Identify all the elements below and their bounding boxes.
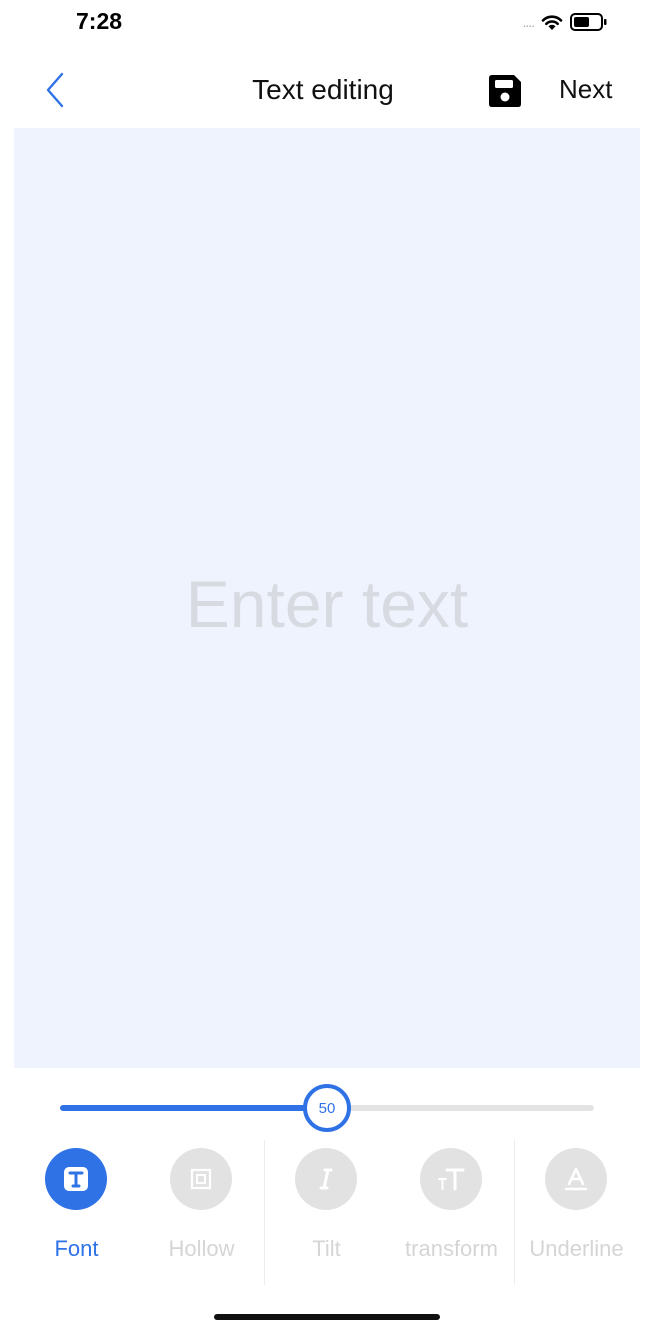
toolbar-divider <box>264 1140 265 1285</box>
signal-icon: .... <box>522 14 535 30</box>
italic-icon <box>319 1168 333 1190</box>
style-toolbar: Font Hollow Tilt transform Underline <box>14 1140 640 1285</box>
page-title: Text editing <box>252 74 394 105</box>
tool-underline-circle <box>545 1148 607 1210</box>
slider-value: 50 <box>318 1099 336 1117</box>
tool-tilt[interactable]: Tilt <box>264 1140 389 1285</box>
status-icons: .... <box>522 10 608 34</box>
save-button[interactable] <box>486 72 524 110</box>
text-input-placeholder[interactable]: Enter text <box>14 566 640 642</box>
tool-font[interactable]: Font <box>14 1140 139 1285</box>
tool-underline-label: Underline <box>529 1236 624 1261</box>
tool-transform-label: transform <box>405 1236 498 1261</box>
slider-fill <box>60 1105 327 1111</box>
floppy-disk-icon <box>489 75 521 107</box>
slider-thumb[interactable]: 50 <box>303 1084 351 1132</box>
home-indicator <box>214 1314 440 1320</box>
tool-transform-circle <box>420 1148 482 1210</box>
wifi-icon <box>541 15 563 30</box>
tool-font-circle <box>45 1148 107 1210</box>
tool-underline[interactable]: Underline <box>514 1140 639 1285</box>
tool-tilt-label: Tilt <box>312 1236 341 1261</box>
battery-icon <box>570 13 607 31</box>
tool-font-label: Font <box>54 1236 99 1261</box>
status-bar: 7:28 .... <box>0 0 646 44</box>
text-size-icon <box>438 1168 465 1191</box>
text-canvas[interactable]: Enter text <box>14 128 640 1068</box>
tool-hollow-label: Hollow <box>168 1236 235 1261</box>
tool-hollow-circle <box>170 1148 232 1210</box>
tool-tilt-circle <box>295 1148 357 1210</box>
font-size-slider[interactable]: 50 <box>60 1084 594 1132</box>
status-time: 7:28 <box>76 8 123 34</box>
toolbar-divider <box>514 1140 515 1285</box>
font-icon <box>64 1167 88 1191</box>
nav-bar: Text editing Next <box>0 56 646 124</box>
tool-transform[interactable]: transform <box>389 1140 514 1285</box>
tool-hollow[interactable]: Hollow <box>139 1140 264 1285</box>
next-button[interactable]: Next <box>559 74 612 105</box>
underline-icon <box>564 1167 588 1191</box>
hollow-icon <box>190 1168 212 1190</box>
